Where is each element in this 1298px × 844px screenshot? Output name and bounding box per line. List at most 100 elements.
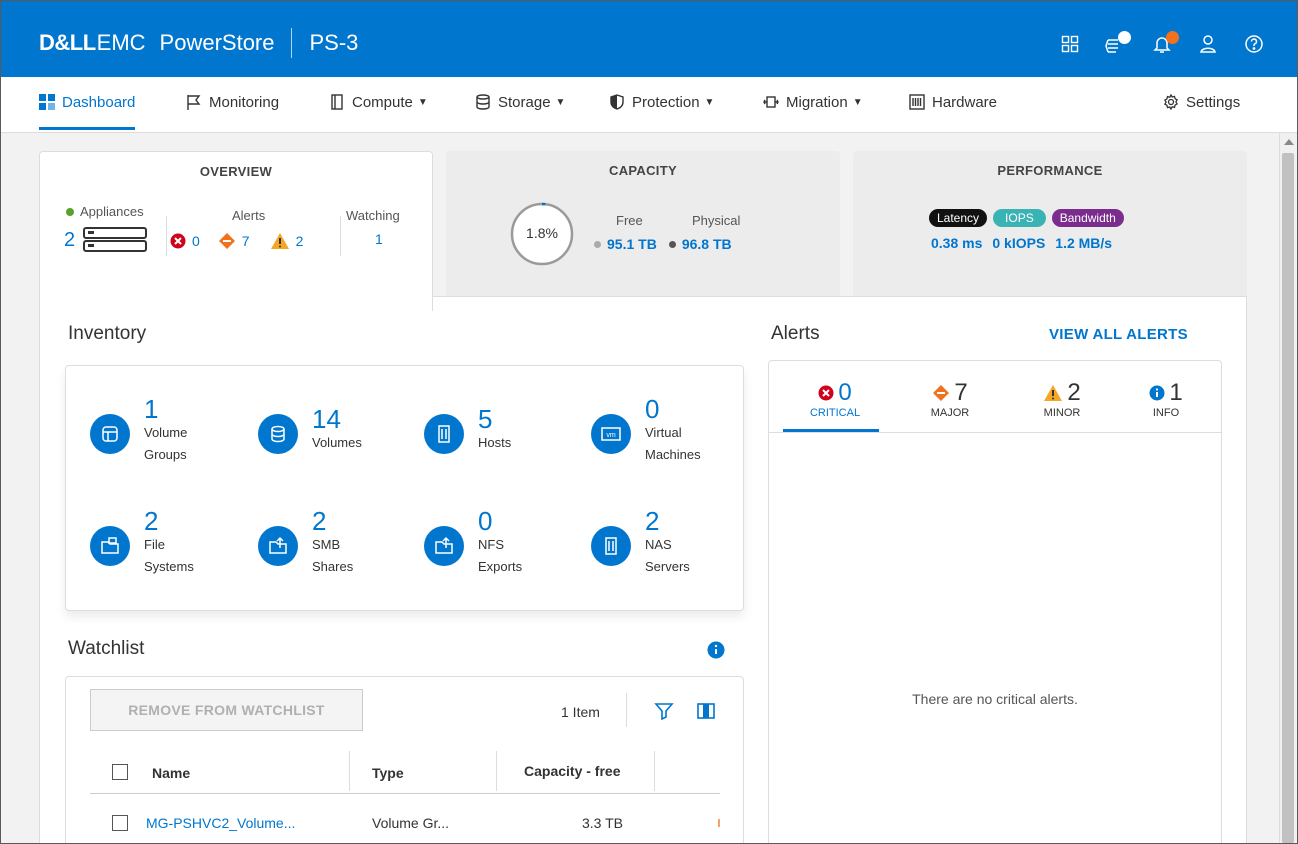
table-row[interactable]: MG-PSHVC2_Volume... Volume Gr... 3.3 TB [90,795,720,835]
inventory-count: 1 [144,394,159,424]
watchlist-card: REMOVE FROM WATCHLIST 1 Item Name Type C… [65,676,744,843]
overview-alert-counts[interactable]: 0 7 2 [170,232,303,250]
nav-migration[interactable]: Migration ▼ [763,94,863,130]
apps-grid-icon[interactable] [1057,31,1083,57]
database-icon [476,94,490,110]
column-name[interactable]: Name [152,765,190,781]
inventory-virtual-machines[interactable]: vm 0 Virtual Machines [591,396,701,466]
overview-critical-count: 0 [192,233,200,249]
chevron-down-icon: ▼ [555,97,566,108]
remove-from-watchlist-button[interactable]: REMOVE FROM WATCHLIST [90,689,363,731]
capacity-physical-value: 96.8 TB [681,236,732,252]
inventory-count: 2 [144,506,159,536]
inventory-label: SMB Shares [312,537,354,574]
appliances-value[interactable]: 2 [64,226,148,254]
jobs-icon[interactable] [1103,31,1131,57]
inventory-label: Virtual Machines [645,425,701,462]
main-nav: Dashboard Monitoring Compute ▼ Storage ▼… [1,77,1297,133]
overview-title: OVERVIEW [199,164,273,179]
inventory-nas-servers[interactable]: 2 NAS Servers [591,508,690,578]
alerts-label: Alerts [232,208,266,223]
tile-overview[interactable]: OVERVIEW Appliances 2 Alerts 0 7 2 Watch… [39,151,433,311]
overview-divider [166,216,167,256]
host-icon [424,414,464,454]
tab-major[interactable]: 7 MAJOR [905,381,995,420]
bell-icon[interactable] [1149,31,1179,57]
info-icon [1149,385,1165,401]
row-name-link[interactable]: MG-PSHVC2_Volume... [146,815,295,831]
inventory-volumes[interactable]: 14 Volumes [258,406,362,454]
nav-protection[interactable]: Protection ▼ [609,94,714,130]
nav-dashboard[interactable]: Dashboard [39,94,136,130]
appliance-icon [83,227,148,252]
inventory-title: Inventory [68,323,147,344]
appliances-label-row: Appliances [66,204,144,219]
inventory-count: 5 [478,404,493,434]
nav-hardware-label: Hardware [932,94,998,111]
watchlist-item-count: 1 Item [561,704,600,720]
filter-icon[interactable] [654,701,674,721]
nav-settings[interactable]: Settings [1163,94,1240,130]
brand: D&LL EMC PowerStore PS-3 [39,28,359,58]
scroll-up-arrow[interactable] [1284,139,1294,145]
vm-icon: vm [591,414,631,454]
brand-emc: EMC [96,30,146,55]
nav-monitoring[interactable]: Monitoring [186,94,279,130]
row-checkbox[interactable] [112,815,128,831]
inventory-label: NFS Exports [478,537,523,574]
column-type[interactable]: Type [372,765,404,781]
performance-values: 0.38 ms 0 kIOPS 1.2 MB/s [931,235,1112,251]
capacity-physical-label: Physical [692,213,741,228]
nav-dashboard-label: Dashboard [62,94,136,111]
page-scrollbar[interactable] [1279,133,1297,843]
inventory-label: Volume Groups [144,425,188,462]
capacity-values: 95.1 TB 96.8 TB [594,236,732,252]
gear-icon [1164,94,1178,110]
app-window: D&LL EMC PowerStore PS-3 Dashboard Monit… [0,0,1298,844]
nav-compute[interactable]: Compute ▼ [329,94,428,130]
scroll-thumb[interactable] [1282,153,1294,843]
critical-count: 0 [838,379,852,406]
inventory-nfs-exports[interactable]: 0 NFS Exports [424,508,522,578]
flag-icon [187,95,201,110]
alerts-indicator [1166,31,1179,44]
major-icon [218,233,235,249]
nav-migration-label: Migration [786,94,848,111]
inventory-volume-groups[interactable]: 1 Volume Groups [90,396,187,466]
tab-minor[interactable]: 2 MINOR [1017,381,1107,420]
inventory-count: 2 [312,506,327,536]
major-icon [933,385,950,401]
system-name[interactable]: PS-3 [310,30,359,56]
help-icon[interactable] [1241,31,1267,57]
inventory-count: 0 [645,394,660,424]
watching-label: Watching [346,208,400,223]
inventory-hosts[interactable]: 5 Hosts [424,406,511,454]
top-bar: D&LL EMC PowerStore PS-3 [1,1,1297,77]
select-all-checkbox[interactable] [112,764,128,780]
column-capacity-free[interactable]: Capacity - free [524,763,620,779]
alerts-card: 0 CRITICAL 7 MAJOR 2 MINOR 1 INFO There … [768,360,1222,843]
watchlist-title: Watchlist [68,638,145,659]
capacity-title: CAPACITY [609,163,677,178]
inventory-count: 2 [645,506,660,536]
free-legend-dot [594,240,601,248]
brand-divider [290,28,292,58]
user-icon[interactable] [1195,31,1221,57]
tab-info[interactable]: 1 INFO [1121,381,1211,419]
view-all-alerts-link[interactable]: VIEW ALL ALERTS [1049,326,1188,343]
tile-performance[interactable]: PERFORMANCE Latency IOPS Bandwidth 0.38 … [853,151,1247,296]
inventory-file-systems[interactable]: 2 File Systems [90,508,194,578]
chevron-down-icon: ▼ [704,97,715,108]
info-icon[interactable] [707,641,725,659]
columns-icon[interactable] [696,701,716,721]
iops-pill: IOPS [993,209,1046,227]
watching-count[interactable]: 1 [375,231,383,247]
product-name: PowerStore [159,30,275,55]
inventory-smb-shares[interactable]: 2 SMB Shares [258,508,353,578]
tile-capacity[interactable]: CAPACITY 1.8% Free Physical 95.1 TB 96.8… [446,151,840,296]
tab-critical[interactable]: 0 CRITICAL [790,379,880,420]
appliances-count: 2 [64,228,76,251]
inventory-count: 0 [478,506,493,536]
nav-hardware[interactable]: Hardware [909,94,997,130]
nav-storage[interactable]: Storage ▼ [475,94,565,130]
